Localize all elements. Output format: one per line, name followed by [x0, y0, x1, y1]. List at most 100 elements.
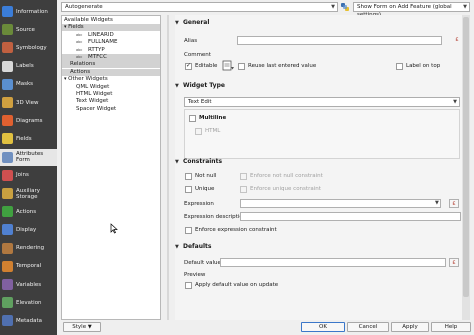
tree-item-label: Relations	[70, 61, 96, 68]
panel-scrollbar[interactable]	[462, 15, 470, 320]
tree-item-label: LINEARID	[88, 31, 114, 38]
enforce-expression-checkbox[interactable]	[185, 227, 192, 234]
nav-item-source[interactable]: Source	[0, 21, 57, 38]
field-config-panel: ▼General Alias ε Comment Editable Reuse …	[175, 15, 470, 320]
nav-item-elevation[interactable]: Elevation	[0, 294, 57, 311]
nav-item-label: Auxiliary Storage	[16, 187, 40, 200]
metadata-icon	[2, 315, 13, 327]
tree-item-label: Other Widgets	[68, 76, 108, 83]
widget-type-select[interactable]: Text Edit ▼	[184, 97, 460, 107]
nav-item-3d-view[interactable]: 3D View	[0, 94, 57, 111]
enforce-expression-label: Enforce expression constraint	[195, 227, 277, 233]
not-null-checkbox[interactable]	[185, 173, 192, 180]
label-on-top-checkbox[interactable]	[396, 63, 403, 70]
ok-button[interactable]: OK	[301, 322, 345, 332]
nav-item-variables[interactable]: Variables	[0, 276, 57, 293]
masks-icon	[2, 78, 13, 90]
alias-input[interactable]	[237, 36, 442, 45]
tree-item-label: Available Widgets	[64, 17, 113, 23]
tree-item[interactable]: Actions	[62, 68, 160, 76]
tree-item[interactable]: abc LINEARID	[62, 32, 160, 39]
properties-nav: Information Source Symbology Labels Masks 3D …	[0, 0, 57, 335]
labels-icon	[2, 60, 13, 72]
nav-item-diagrams[interactable]: Diagrams	[0, 112, 57, 129]
layout-mode-select[interactable]: Autogenerate ▼	[61, 2, 338, 12]
enforce-not-null-checkbox[interactable]	[240, 173, 247, 180]
nav-item-temporal[interactable]: Temporal	[0, 258, 57, 275]
widget-type-section-header[interactable]: ▼ Widget Type	[175, 81, 470, 90]
enforce-unique-label: Enforce unique constraint	[250, 186, 321, 192]
collapse-icon: ▼	[175, 83, 179, 89]
chevron-down-icon[interactable]: ▼	[435, 200, 439, 206]
tree-item[interactable]: Available Widgets	[62, 17, 160, 24]
nav-item-metadata[interactable]: Metadata	[0, 312, 57, 329]
variables-icon	[2, 279, 13, 290]
tree-item[interactable]: ▾ Fields	[62, 24, 160, 32]
tree-item[interactable]: ▾ Other Widgets	[62, 76, 160, 83]
expression-input[interactable]	[240, 199, 441, 208]
nav-item-actions[interactable]: Actions	[0, 203, 57, 220]
help-button[interactable]: Help	[431, 322, 471, 332]
reuse-last-value-checkbox[interactable]	[238, 63, 245, 70]
general-section-header[interactable]: ▼ General	[175, 18, 470, 27]
tree-item[interactable]: QML Widget	[62, 84, 160, 91]
nav-item-label: Masks	[16, 81, 34, 88]
tree-item[interactable]: HTML Widget	[62, 91, 160, 98]
cancel-button[interactable]: Cancel	[347, 322, 389, 332]
expression-description-input[interactable]	[240, 212, 461, 221]
nav-item-label: Elevation	[16, 299, 42, 306]
tree-item[interactable]: abc MTFCC	[62, 54, 160, 61]
tree-item-label: QML Widget	[76, 83, 110, 90]
html-checkbox[interactable]	[195, 128, 202, 135]
tree-item[interactable]: abc RTTYP	[62, 47, 160, 54]
tree-item[interactable]: Relations	[62, 61, 160, 69]
nav-item-attributes-form[interactable]: Attributes Form	[0, 148, 57, 166]
diagrams-icon	[2, 115, 13, 127]
nav-item-fields[interactable]: Fields	[0, 130, 57, 147]
source-icon	[2, 24, 13, 36]
multiline-checkbox[interactable]	[189, 115, 196, 122]
nav-item-label: Rendering	[16, 245, 45, 252]
info-icon	[2, 6, 13, 17]
scrollbar-thumb[interactable]	[463, 17, 469, 297]
splitter-handle[interactable]	[167, 15, 169, 320]
unique-checkbox[interactable]	[185, 186, 192, 193]
nav-item-label: Attributes Form	[16, 151, 44, 164]
tree-item-label: Text Widget	[76, 98, 109, 105]
eps-icon[interactable]: ε	[452, 36, 462, 45]
actions-icon	[2, 206, 13, 218]
apply-default-on-update-checkbox[interactable]	[185, 282, 192, 289]
nav-item-labels[interactable]: Labels	[0, 58, 57, 75]
default-value-input[interactable]	[220, 258, 446, 267]
python-icon[interactable]	[340, 2, 350, 12]
nav-item-joins[interactable]: Joins	[0, 167, 57, 184]
tree-item[interactable]: Spacer Widget	[62, 106, 160, 113]
nav-item-label: Information	[16, 8, 48, 15]
apply-button[interactable]: Apply	[391, 322, 429, 332]
tree-item-label: Fields	[68, 24, 84, 31]
defaults-section-header[interactable]: ▼ Defaults	[175, 242, 470, 251]
tree-item[interactable]: Text Widget	[62, 98, 160, 105]
nav-item-rendering[interactable]: Rendering	[0, 240, 57, 257]
default-value-expression-icon[interactable]: ε	[449, 258, 459, 267]
constraints-section-header[interactable]: ▼ Constraints	[175, 157, 470, 166]
editable-checkbox[interactable]	[185, 62, 192, 70]
symbology-icon	[2, 42, 13, 54]
nav-item-label: Symbology	[16, 44, 47, 51]
nav-item-information[interactable]: Information	[0, 3, 57, 20]
nav-item-masks[interactable]: Masks	[0, 76, 57, 93]
available-widgets-tree[interactable]: Available Widgets ▾ Fields abc LINEARID abc F…	[61, 15, 161, 320]
nav-item-display[interactable]: Display	[0, 221, 57, 238]
expression-builder-icon[interactable]: ε	[449, 199, 459, 208]
chevron-down-icon: ▼	[87, 324, 92, 330]
style-button[interactable]: Style ▼	[63, 322, 101, 332]
enforce-unique-checkbox[interactable]	[240, 186, 247, 193]
nav-item-label: Variables	[16, 281, 42, 288]
data-defined-override-icon[interactable]	[222, 60, 235, 71]
display-icon	[2, 224, 13, 236]
tree-item[interactable]: abc FULLNAME	[62, 39, 160, 46]
nav-item-label: Diagrams	[16, 117, 43, 124]
nav-item-symbology[interactable]: Symbology	[0, 39, 57, 56]
nav-item-auxiliary-storage[interactable]: Auxiliary Storage	[0, 185, 57, 202]
show-form-select[interactable]: Show Form on Add Feature (global setting…	[353, 2, 470, 18]
